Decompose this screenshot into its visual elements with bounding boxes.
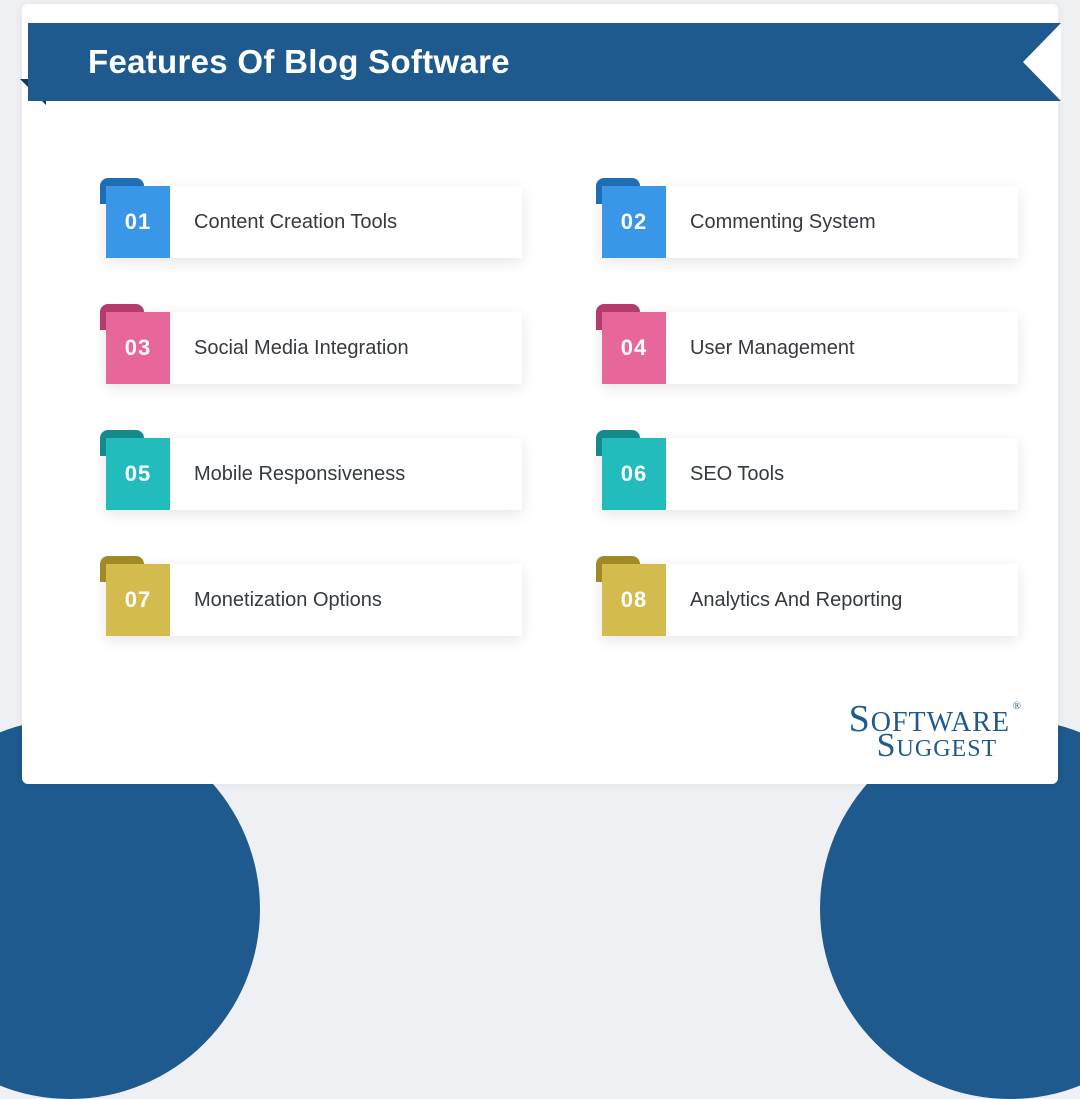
feature-number: 03 (106, 312, 170, 384)
feature-item-05: 05 Mobile Responsiveness (106, 438, 522, 510)
feature-number: 06 (602, 438, 666, 510)
feature-number: 05 (106, 438, 170, 510)
feature-label: Commenting System (666, 211, 876, 234)
page-title: Features Of Blog Software (88, 43, 510, 81)
logo-line2-rest: UGGEST (897, 736, 998, 762)
title-banner: Features Of Blog Software (20, 23, 1063, 109)
softwaresuggest-logo: SOFTWARE ® SUGGEST (849, 705, 1010, 760)
feature-item-06: 06 SEO Tools (602, 438, 1018, 510)
feature-label: Mobile Responsiveness (170, 463, 405, 486)
feature-label: User Management (666, 337, 855, 360)
feature-number: 07 (106, 564, 170, 636)
feature-label: Social Media Integration (170, 337, 409, 360)
feature-number: 01 (106, 186, 170, 258)
feature-number: 08 (602, 564, 666, 636)
feature-item-03: 03 Social Media Integration (106, 312, 522, 384)
feature-item-08: 08 Analytics And Reporting (602, 564, 1018, 636)
logo-line1-cap: S (849, 698, 871, 740)
banner-main: Features Of Blog Software (28, 23, 1061, 101)
feature-number: 04 (602, 312, 666, 384)
logo-line1-rest: OFTWARE (871, 707, 1010, 738)
feature-item-01: 01 Content Creation Tools (106, 186, 522, 258)
feature-grid: 01 Content Creation Tools 02 Commenting … (106, 186, 1018, 636)
feature-label: Content Creation Tools (170, 211, 397, 234)
logo-registered-icon: ® (1013, 702, 1022, 711)
feature-item-07: 07 Monetization Options (106, 564, 522, 636)
feature-label: Monetization Options (170, 589, 382, 612)
content-card: 01 Content Creation Tools 02 Commenting … (22, 4, 1058, 784)
feature-number: 02 (602, 186, 666, 258)
feature-item-02: 02 Commenting System (602, 186, 1018, 258)
feature-item-04: 04 User Management (602, 312, 1018, 384)
feature-label: SEO Tools (666, 463, 784, 486)
feature-label: Analytics And Reporting (666, 589, 902, 612)
